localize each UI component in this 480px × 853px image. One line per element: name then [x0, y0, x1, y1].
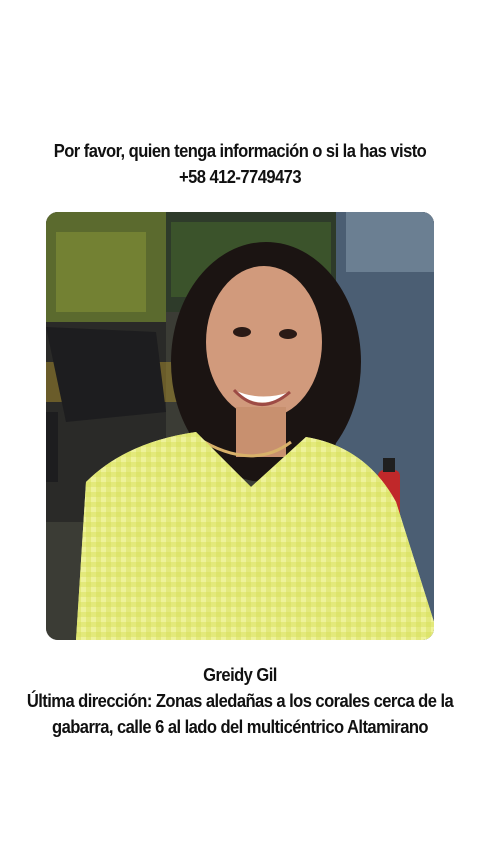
missing-person-details: Greidy Gil Última dirección: Zonas aleda…	[19, 662, 461, 740]
last-address-line1: Última dirección: Zonas aledañas a los c…	[26, 691, 454, 711]
last-address-line2: gabarra, calle 6 al lado del multicéntri…	[52, 717, 429, 737]
person-name: Greidy Gil	[203, 665, 277, 685]
missing-person-photo	[46, 212, 434, 640]
info-request-text: Por favor, quien tenga información o si …	[53, 141, 427, 161]
photo-illustration	[46, 212, 434, 640]
info-request-header: Por favor, quien tenga información o si …	[19, 138, 461, 190]
contact-phone: +58 412-7749473	[178, 167, 302, 187]
